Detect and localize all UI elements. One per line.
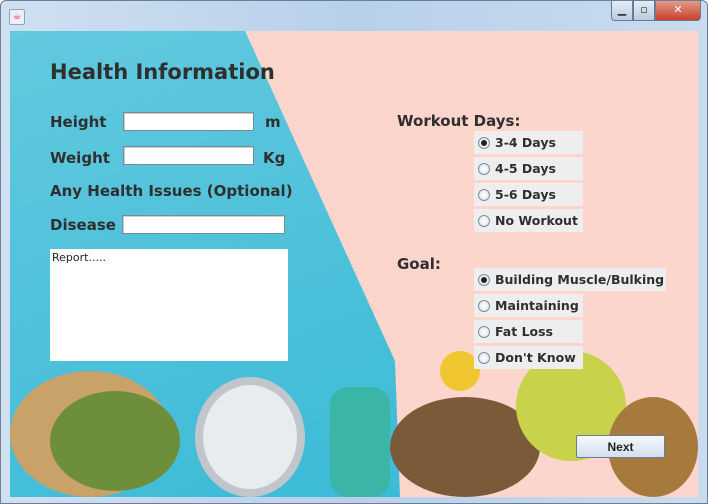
radio-label: No Workout xyxy=(495,213,578,228)
disease-label: Disease xyxy=(50,216,116,234)
height-input[interactable] xyxy=(123,112,254,131)
next-button[interactable]: Next xyxy=(576,435,665,458)
radio-icon xyxy=(478,325,490,338)
disease-input[interactable] xyxy=(122,215,285,234)
radio-icon xyxy=(478,351,490,364)
radio-icon xyxy=(478,214,490,227)
health-issues-label: Any Health Issues (Optional) xyxy=(50,182,293,200)
report-textarea[interactable]: Report..... xyxy=(50,249,288,361)
minimize-icon: ▁ xyxy=(617,3,627,16)
close-button[interactable]: ✕ xyxy=(655,1,701,21)
workout-days-label: Workout Days: xyxy=(397,112,521,130)
close-icon: ✕ xyxy=(673,3,683,16)
weight-label: Weight xyxy=(50,149,110,167)
radio-workout-none[interactable]: No Workout xyxy=(474,209,583,232)
radio-workout-3-4[interactable]: 3-4 Days xyxy=(474,131,583,154)
content-panel: Health Information Height m Weight Kg An… xyxy=(10,31,698,497)
radio-label: 3-4 Days xyxy=(495,135,556,150)
radio-label: Building Muscle/Bulking xyxy=(495,272,665,287)
radio-goal-bulking[interactable]: Building Muscle/Bulking xyxy=(474,268,666,291)
height-unit: m xyxy=(265,113,281,131)
maximize-icon: ▫ xyxy=(640,3,648,16)
goal-label: Goal: xyxy=(397,255,441,273)
radio-label: 4-5 Days xyxy=(495,161,556,176)
radio-selected-icon xyxy=(478,273,490,286)
radio-icon xyxy=(478,188,490,201)
java-icon[interactable]: ☕ xyxy=(9,9,25,25)
radio-goal-dont-know[interactable]: Don't Know xyxy=(474,346,583,369)
radio-icon xyxy=(478,162,490,175)
radio-goal-fat-loss[interactable]: Fat Loss xyxy=(474,320,583,343)
minimize-button[interactable]: ▁ xyxy=(611,1,633,21)
radio-workout-4-5[interactable]: 4-5 Days xyxy=(474,157,583,180)
radio-label: Don't Know xyxy=(495,350,576,365)
weight-input[interactable] xyxy=(123,146,254,165)
radio-goal-maintaining[interactable]: Maintaining xyxy=(474,294,583,317)
radio-label: Maintaining xyxy=(495,298,579,313)
page-title: Health Information xyxy=(50,60,275,84)
height-label: Height xyxy=(50,113,107,131)
maximize-button[interactable]: ▫ xyxy=(633,1,655,21)
radio-selected-icon xyxy=(478,136,490,149)
radio-workout-5-6[interactable]: 5-6 Days xyxy=(474,183,583,206)
radio-label: 5-6 Days xyxy=(495,187,556,202)
radio-icon xyxy=(478,299,490,312)
weight-unit: Kg xyxy=(263,149,286,167)
radio-label: Fat Loss xyxy=(495,324,554,339)
